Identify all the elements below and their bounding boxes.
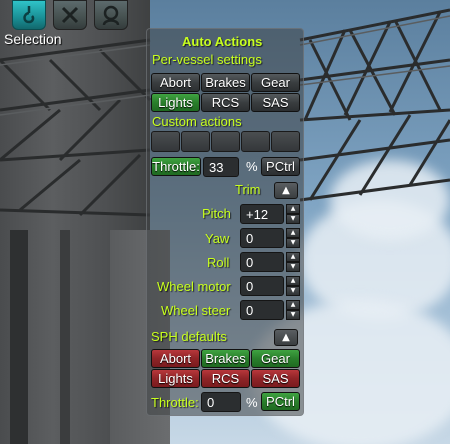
wrench-crossed-icon [61, 6, 79, 24]
crew-tab-button[interactable] [94, 0, 128, 30]
custom-action-slot-1[interactable] [151, 131, 180, 152]
per-vessel-lights-button[interactable]: Lights [151, 93, 200, 112]
per-vessel-abort-button[interactable]: Abort [151, 73, 200, 92]
custom-action-slot-2[interactable] [181, 131, 210, 152]
custom-action-slot-5[interactable] [271, 131, 300, 152]
throttle-input[interactable]: 33 [203, 157, 239, 177]
per-vessel-rcs-button[interactable]: RCS [201, 93, 250, 112]
trim-roll-stepper[interactable]: ▲ ▼ [286, 252, 300, 272]
custom-actions-heading: Custom actions [152, 114, 242, 129]
sph-throttle-label: Throttle: [151, 395, 199, 410]
panel-title: Auto Actions [182, 34, 263, 49]
triangle-up-icon: ▲ [282, 332, 290, 343]
per-vessel-heading: Per-vessel settings [152, 52, 262, 67]
trim-roll-label: Roll [207, 255, 230, 270]
per-vessel-gear-button[interactable]: Gear [251, 73, 300, 92]
sph-abort-button[interactable]: Abort [151, 349, 200, 368]
trim-wheel-steer-input[interactable]: 0 [240, 300, 284, 320]
sph-throttle-pctrl-button[interactable]: PCtrl [261, 392, 300, 411]
trim-pitch-stepper[interactable]: ▲ ▼ [286, 204, 300, 224]
trim-collapse-button[interactable]: ▲ [274, 182, 298, 199]
custom-action-slot-3[interactable] [211, 131, 240, 152]
sph-brakes-button[interactable]: Brakes [201, 349, 250, 368]
trim-yaw-label: Yaw [205, 231, 230, 246]
trim-wheel-steer-label: Wheel steer [161, 303, 231, 318]
trim-wheel-motor-label: Wheel motor [157, 279, 231, 294]
auto-actions-panel: Auto Actions Per-vessel settings Abort B… [146, 28, 304, 416]
per-vessel-sas-button[interactable]: SAS [251, 93, 300, 112]
trim-yaw-input[interactable]: 0 [240, 228, 284, 248]
trim-pitch-label: Pitch [202, 206, 231, 221]
sph-defaults-heading: SPH defaults [151, 329, 227, 344]
throttle-unit: % [246, 159, 258, 174]
sph-lights-button[interactable]: Lights [151, 369, 200, 388]
trim-wheel-steer-stepper[interactable]: ▲ ▼ [286, 300, 300, 320]
selection-label: Selection [4, 31, 62, 47]
throttle-toggle-button[interactable]: Throttle: [151, 157, 201, 176]
trim-wheel-motor-stepper[interactable]: ▲ ▼ [286, 276, 300, 296]
throttle-pctrl-button[interactable]: PCtrl [261, 157, 300, 176]
crane-hook-icon [23, 6, 35, 24]
triangle-up-icon: ▲ [282, 185, 290, 196]
custom-action-slot-4[interactable] [241, 131, 270, 152]
sph-rcs-button[interactable]: RCS [201, 369, 250, 388]
trim-label: Trim [235, 182, 261, 197]
sph-gear-button[interactable]: Gear [251, 349, 300, 368]
trim-wheel-motor-input[interactable]: 0 [240, 276, 284, 296]
kerbal-portrait-icon [102, 5, 120, 26]
trim-pitch-input[interactable]: +12 [240, 204, 284, 224]
editor-toolbar [0, 0, 450, 30]
sph-throttle-unit: % [246, 395, 258, 410]
trim-yaw-stepper[interactable]: ▲ ▼ [286, 228, 300, 248]
sph-throttle-input[interactable]: 0 [201, 392, 241, 412]
per-vessel-brakes-button[interactable]: Brakes [201, 73, 250, 92]
crew-tools-tab-button[interactable] [53, 0, 87, 30]
actions-tab-button[interactable] [12, 0, 46, 30]
trim-roll-input[interactable]: 0 [240, 252, 284, 272]
sph-defaults-collapse-button[interactable]: ▲ [274, 329, 298, 346]
sph-sas-button[interactable]: SAS [251, 369, 300, 388]
